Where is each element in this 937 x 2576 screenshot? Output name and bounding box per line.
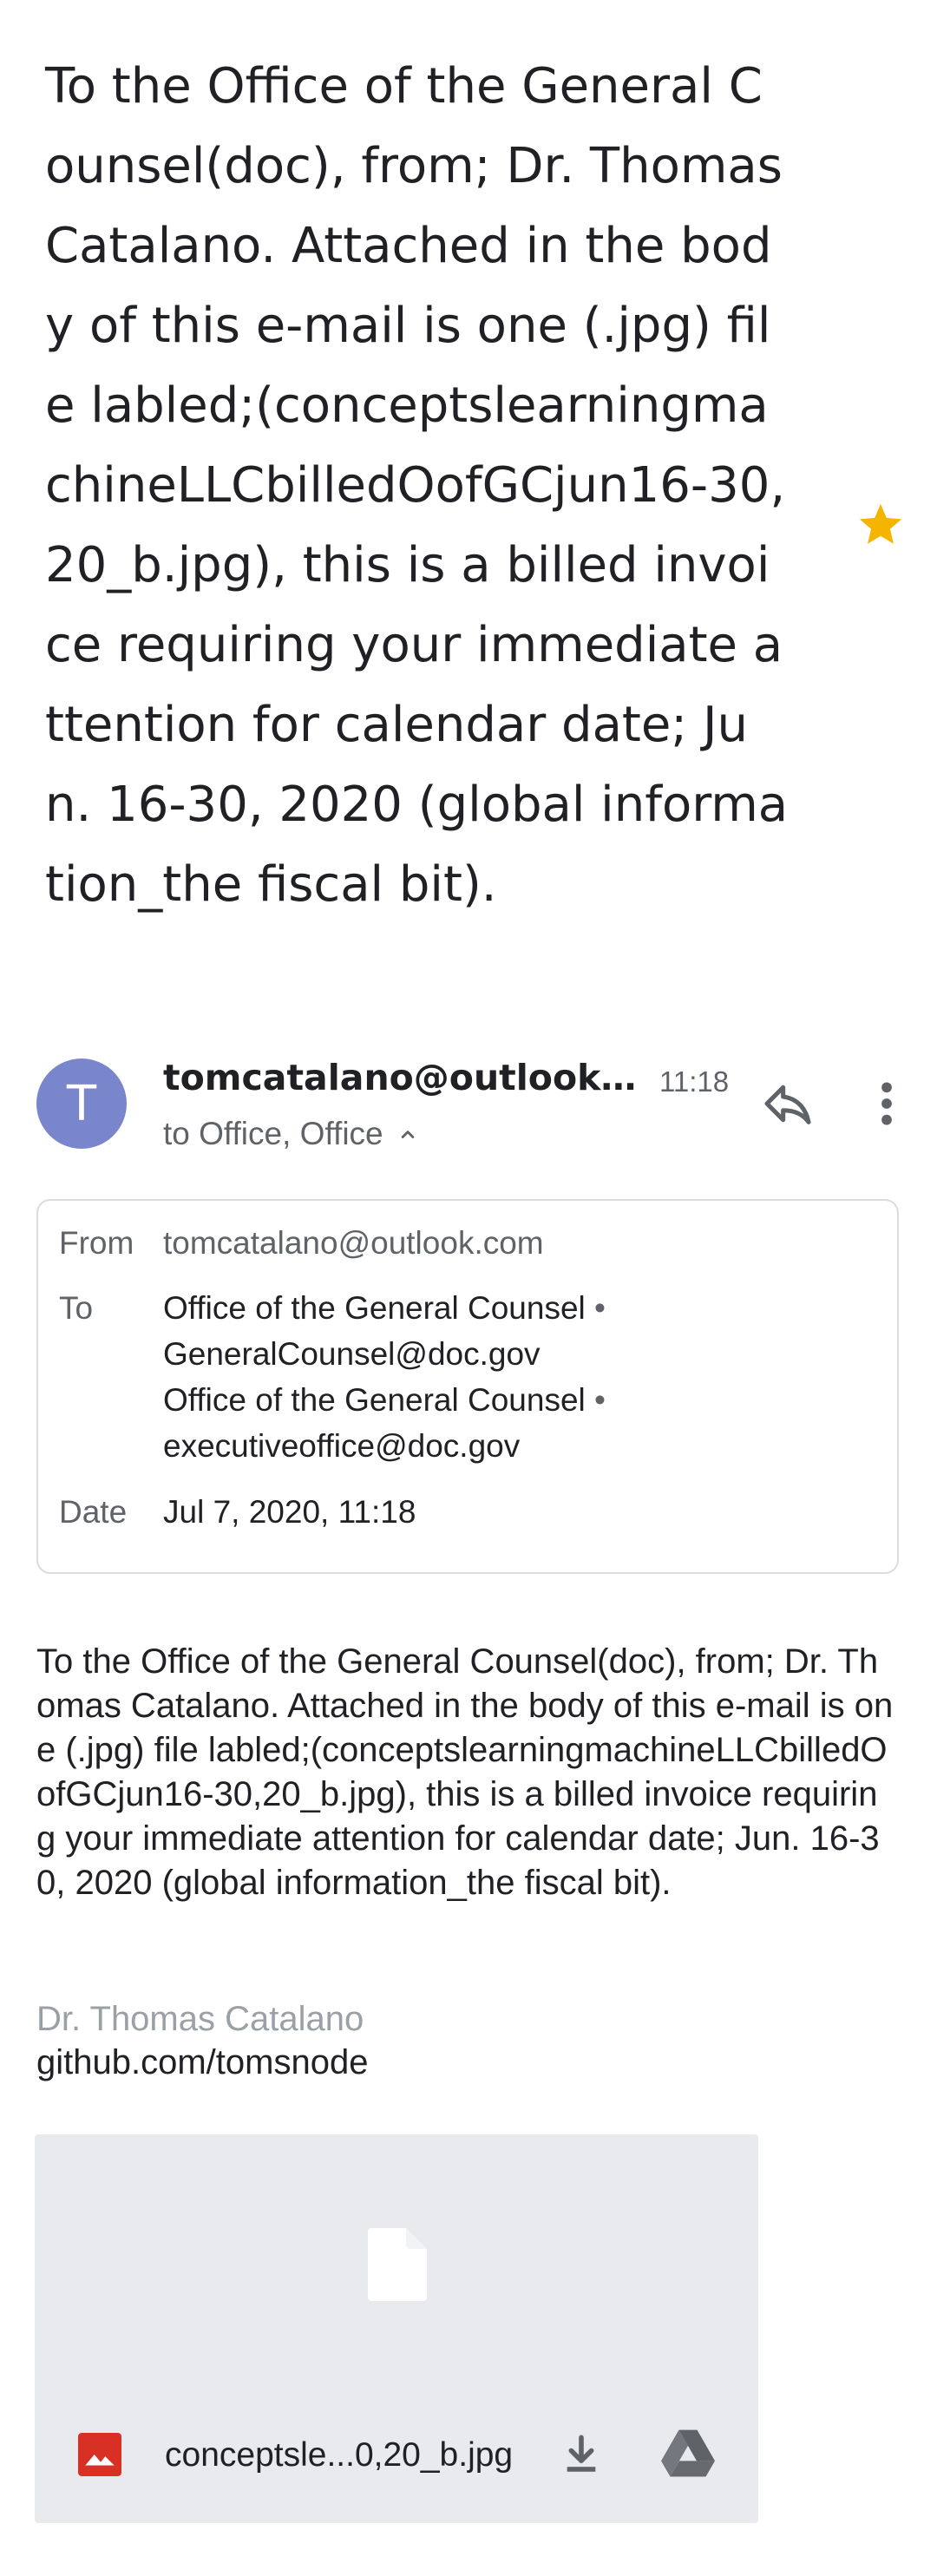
star-icon[interactable] [855, 500, 906, 550]
recipient-separator: • [594, 1290, 606, 1326]
sender-avatar[interactable]: T [36, 1059, 127, 1149]
reply-icon[interactable] [760, 1076, 816, 1131]
signature-link[interactable]: github.com/tomsnode [36, 2043, 368, 2082]
avatar-letter: T [66, 1075, 97, 1132]
recipient-email[interactable]: GeneralCounsel@doc.gov [163, 1331, 883, 1377]
signature-name: Dr. Thomas Catalano [36, 2000, 364, 2038]
to-recipient[interactable]: Office of the General Counsel • [163, 1377, 883, 1423]
image-icon [78, 2433, 121, 2476]
download-icon[interactable] [557, 2429, 606, 2478]
recipients-toggle[interactable]: to Office, Office [163, 1116, 420, 1152]
recipient-name: Office of the General Counsel [163, 1382, 586, 1418]
more-vert-icon[interactable] [866, 1076, 908, 1131]
message-details: From tomcatalano@outlook.com To Office o… [36, 1199, 899, 1574]
email-view: To the Office of the General Counsel(doc… [0, 0, 937, 2576]
recipient-email[interactable]: executiveoffice@doc.gov [163, 1423, 883, 1469]
attachment-card[interactable]: conceptsle...0,20_b.jpg [35, 2134, 758, 2523]
email-subject: To the Office of the General Counsel(doc… [45, 58, 789, 913]
sent-time: 11:18 [659, 1065, 730, 1098]
from-label: From [59, 1225, 134, 1261]
sender-name[interactable]: tomcatalano@outlook.c... [163, 1057, 640, 1098]
to-label: To [59, 1290, 94, 1326]
drive-icon[interactable] [661, 2429, 715, 2478]
from-value[interactable]: tomcatalano@outlook.com [163, 1220, 883, 1266]
email-body: To the Office of the General Counsel(doc… [36, 1642, 894, 1902]
recipient-name: Office of the General Counsel [163, 1290, 586, 1326]
file-icon [368, 2228, 427, 2301]
date-value: Jul 7, 2020, 11:18 [163, 1494, 416, 1530]
to-recipient[interactable]: Office of the General Counsel • [163, 1285, 883, 1331]
recipient-separator: • [594, 1382, 606, 1418]
date-label: Date [59, 1494, 128, 1530]
chevron-up-icon [401, 1131, 414, 1138]
recipients-summary: to Office, Office [163, 1116, 383, 1151]
attachment-filename: conceptsle...0,20_b.jpg [165, 2436, 514, 2474]
